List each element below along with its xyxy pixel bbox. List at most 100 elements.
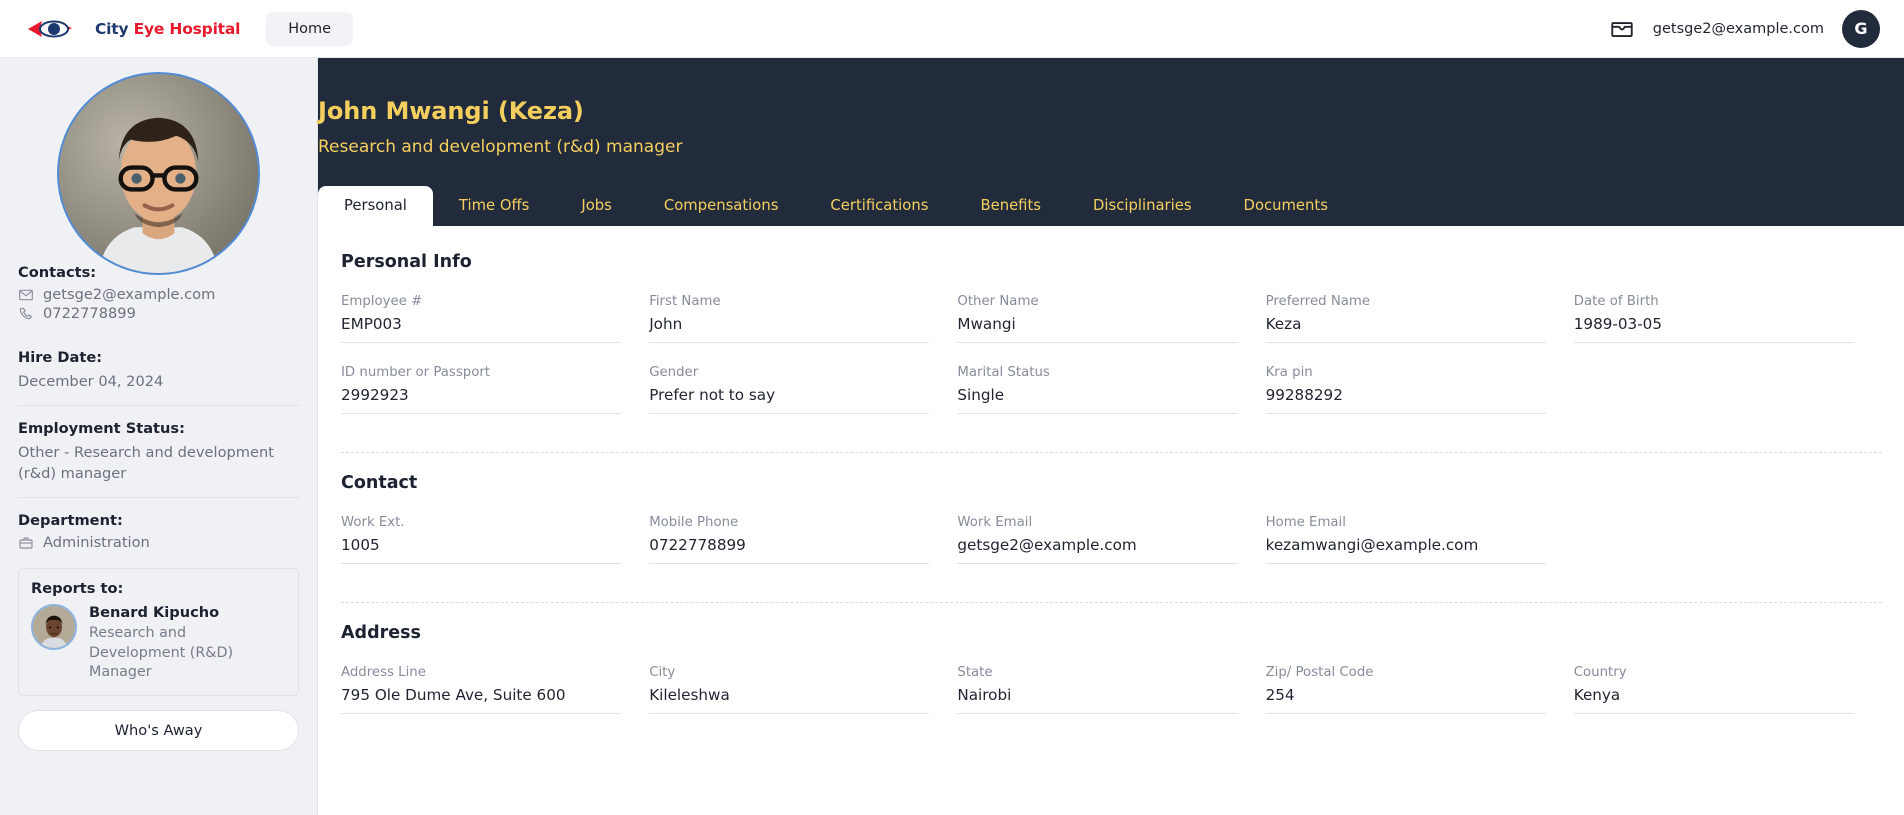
field-grid: Work Ext. 1005 Mobile Phone 0722778899 Work … <box>341 515 1882 586</box>
tab-time-offs[interactable]: Time Offs <box>433 186 555 226</box>
field-value[interactable]: Kenya <box>1573 686 1854 714</box>
field-label: Home Email <box>1265 515 1346 530</box>
field-home-email: Home Email kezamwangi@example.com <box>1265 515 1574 564</box>
employee-role: Research and development (r&d) manager <box>318 137 683 157</box>
sidebar-department-block: Department: Administration <box>18 497 299 564</box>
field-label: Mobile Phone <box>649 515 739 530</box>
tab-benefits[interactable]: Benefits <box>954 186 1067 226</box>
field-zip-postal-code: Zip/ Postal Code 254 <box>1265 665 1574 714</box>
field-gender: Gender Prefer not to say <box>649 365 957 414</box>
section-personal-info: Personal Info Employee # EMP003 First Name J… <box>341 252 1882 452</box>
manager-avatar[interactable] <box>31 604 77 651</box>
field-date-of-birth: Date of Birth 1989-03-05 <box>1573 294 1882 343</box>
brand-word-eye: Eye <box>133 19 170 38</box>
field-value[interactable]: 0722778899 <box>649 536 930 564</box>
field-value[interactable]: John <box>649 315 930 343</box>
home-button[interactable]: Home <box>266 11 354 46</box>
field-first-name: First Name John <box>649 294 957 343</box>
employment-status-value: Other - Research and development (r&d) m… <box>18 444 274 483</box>
personal-tab-panel: Personal Info Employee # EMP003 First Name J… <box>319 226 1904 815</box>
field-other-name: Other Name Mwangi <box>957 294 1265 343</box>
field-label: Marital Status <box>957 365 1050 380</box>
user-email-label: getsge2@example.com <box>1652 20 1824 37</box>
user-avatar[interactable]: G <box>1842 9 1880 48</box>
section-title: Contact <box>341 473 418 493</box>
sidebar-employment-status-block: Employment Status: Other - Research and … <box>18 405 299 497</box>
field-marital-status: Marital Status Single <box>957 365 1265 414</box>
field-label: First Name <box>649 294 721 309</box>
manager-portrait-image <box>33 606 75 649</box>
tab-documents[interactable]: Documents <box>1218 186 1354 226</box>
field-value[interactable]: kezamwangi@example.com <box>1265 536 1546 564</box>
field-value[interactable]: Kileleshwa <box>649 686 930 714</box>
manager-role: Research and Development (R&D) Manager <box>89 625 234 681</box>
field-label: Work Email <box>957 515 1033 530</box>
contact-email-value: getsge2@example.com <box>43 286 216 303</box>
field-id-number-or-passport: ID number or Passport 2992923 <box>341 365 649 414</box>
tab-personal[interactable]: Personal <box>318 186 433 226</box>
department-label: Department: <box>18 512 123 530</box>
brand-word-city: City <box>95 19 134 38</box>
field-value[interactable]: EMP003 <box>341 315 622 343</box>
field-value[interactable]: 1005 <box>341 536 622 564</box>
contact-phone-row[interactable]: 0722778899 <box>18 305 299 322</box>
sidebar-content: Contacts: getsge2@example.com 0722778899… <box>0 250 317 752</box>
field-label: Date of Birth <box>1573 294 1659 309</box>
field-grid: Address Line 795 Ole Dume Ave, Suite 600 C… <box>341 665 1882 736</box>
field-city: City Kileleshwa <box>649 665 957 714</box>
eye-logo-icon <box>28 20 72 37</box>
tab-disciplinaries[interactable]: Disciplinaries <box>1067 186 1218 226</box>
field-label: Employee # <box>341 294 423 309</box>
field-work-ext-: Work Ext. 1005 <box>341 515 649 564</box>
field-label: Zip/ Postal Code <box>1265 665 1374 680</box>
reports-to-label: Reports to: <box>31 580 124 598</box>
field-value[interactable]: getsge2@example.com <box>957 536 1238 564</box>
top-navigation-bar: City Eye Hospital Home getsge2@example.c… <box>0 0 1904 58</box>
field-mobile-phone: Mobile Phone 0722778899 <box>649 515 957 564</box>
field-label: State <box>957 665 993 680</box>
reports-to-card[interactable]: Reports to: Benard Kipucho Research and … <box>18 568 299 697</box>
field-value[interactable]: Prefer not to say <box>649 386 930 414</box>
phone-icon <box>19 307 33 319</box>
tab-compensations[interactable]: Compensations <box>638 186 805 226</box>
field-value[interactable]: Nairobi <box>957 686 1238 714</box>
hero-text-group: John Mwangi (Keza) Research and developm… <box>318 97 682 157</box>
top-nav-right-group: getsge2@example.com G <box>1609 9 1880 48</box>
section-contact: Contact Work Ext. 1005 Mobile Phone 07227788… <box>341 452 1882 602</box>
contact-email-row[interactable]: getsge2@example.com <box>18 286 299 303</box>
section-title: Address <box>341 623 421 643</box>
inbox-icon[interactable] <box>1609 16 1635 42</box>
field-value[interactable]: Mwangi <box>957 315 1238 343</box>
briefcase-icon <box>19 537 33 549</box>
department-value: Administration <box>43 534 150 552</box>
hire-date-value: December 04, 2024 <box>18 373 164 390</box>
manager-name: Benard Kipucho <box>89 604 220 622</box>
field-label: Work Ext. <box>341 515 405 530</box>
field-value[interactable]: 99288292 <box>1265 386 1546 414</box>
field-value[interactable]: 254 <box>1265 686 1546 714</box>
profile-tab-bar: Personal Time Offs Jobs Compensations Certif… <box>318 186 1354 226</box>
department-row: Administration <box>18 534 299 551</box>
employee-portrait-image <box>59 74 258 273</box>
sidebar-hire-date-block: Hire Date: December 04, 2024 <box>18 335 299 405</box>
field-label: Other Name <box>957 294 1039 309</box>
field-value[interactable]: 1989-03-05 <box>1573 315 1854 343</box>
field-value[interactable]: 2992923 <box>341 386 622 414</box>
brand-logo[interactable]: City Eye Hospital <box>26 17 240 41</box>
field-employee-: Employee # EMP003 <box>341 294 649 343</box>
field-kra-pin: Kra pin 99288292 <box>1265 365 1574 414</box>
field-value[interactable]: Keza <box>1265 315 1546 343</box>
employee-avatar-photo[interactable] <box>57 72 260 275</box>
field-state: State Nairobi <box>957 665 1265 714</box>
tab-jobs[interactable]: Jobs <box>555 186 638 226</box>
hire-date-label: Hire Date: <box>18 349 103 366</box>
whos-away-button[interactable]: Who's Away <box>18 710 299 752</box>
field-country: Country Kenya <box>1573 665 1882 714</box>
tab-certifications[interactable]: Certifications <box>804 186 954 226</box>
field-label: Preferred Name <box>1265 294 1371 309</box>
employment-status-label: Employment Status: <box>18 420 185 438</box>
employee-name: John Mwangi (Keza) <box>318 97 584 125</box>
field-value[interactable]: Single <box>957 386 1238 414</box>
field-preferred-name: Preferred Name Keza <box>1265 294 1574 343</box>
field-value[interactable]: 795 Ole Dume Ave, Suite 600 <box>341 686 622 714</box>
